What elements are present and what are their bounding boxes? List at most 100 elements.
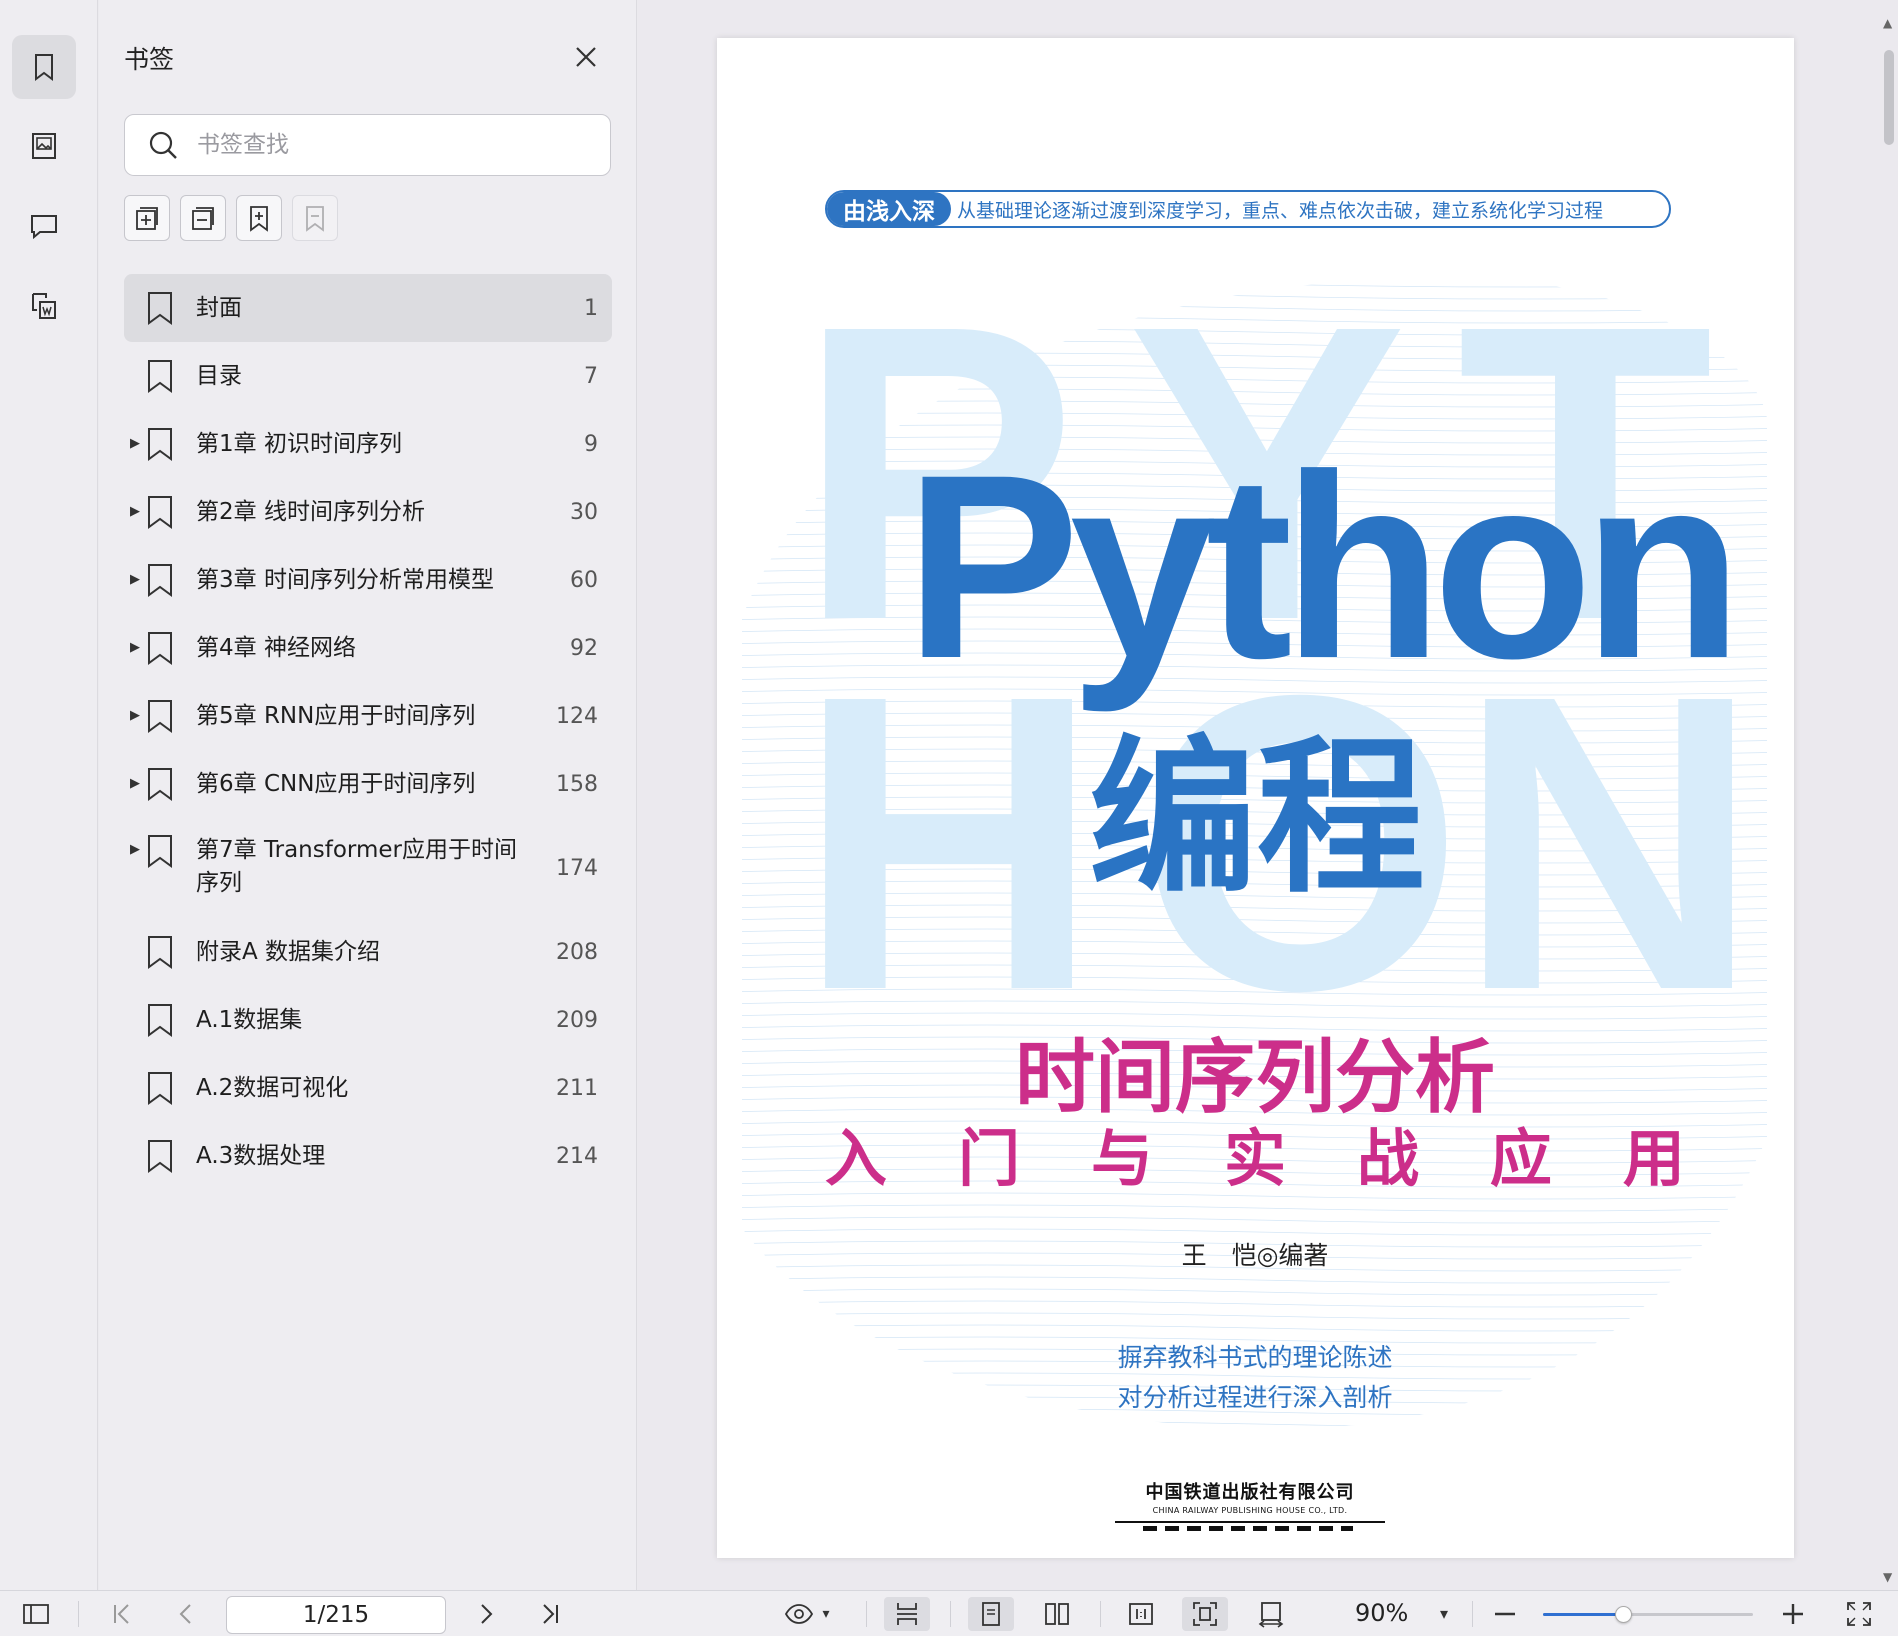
expand-arrow-icon[interactable]: ▶ (130, 843, 142, 857)
bookmark-icon (148, 936, 172, 969)
subtitle2-char: 门 (957, 1122, 1020, 1195)
expand-arrow-icon[interactable]: ▶ (130, 641, 142, 655)
bookmark-icon (148, 360, 172, 393)
bookmark-label: 第5章 RNN应用于时间序列 (196, 702, 476, 729)
next-page-button[interactable] (468, 1597, 504, 1631)
convert-tab[interactable] (12, 274, 76, 338)
continuous-scroll-button[interactable] (884, 1597, 930, 1631)
cover-blurb: 摒弃教科书式的理论陈述 对分析过程进行深入剖析 (825, 1338, 1685, 1418)
bookmark-item[interactable]: A.3数据处理 214 (124, 1122, 612, 1190)
plus-icon (1783, 1604, 1803, 1624)
thumbnails-tab[interactable] (12, 114, 76, 178)
zoom-dropdown-icon[interactable]: ▾ (1440, 1604, 1448, 1623)
close-icon[interactable] (571, 42, 601, 72)
minus-icon (1495, 1612, 1515, 1616)
scroll-up-icon[interactable]: ▲ (1883, 16, 1892, 30)
bookmark-search-input[interactable] (197, 132, 577, 158)
zoom-out-button[interactable] (1488, 1597, 1522, 1631)
bookmark-panel: 书签 封面 1 目录 7 ▶ 第1章 初识时间序列 9 ▶ 第2章 线时间序列分析 30 ▶ 第3章 … (99, 0, 637, 1590)
bottom-toolbar: ▾ 90% ▾ (0, 1590, 1898, 1636)
zoom-in-button[interactable] (1776, 1597, 1810, 1631)
bookmark-page-number: 7 (584, 363, 598, 389)
bookmark-icon (148, 1072, 172, 1105)
first-page-button[interactable] (104, 1597, 140, 1631)
zoom-slider-thumb[interactable] (1614, 1606, 1632, 1623)
chevron-right-icon (481, 1604, 493, 1624)
sidebar-toggle-icon (23, 1604, 49, 1624)
scroll-thumb[interactable] (1884, 50, 1894, 145)
bookmark-icon (148, 564, 172, 597)
add-bookmark-button[interactable] (236, 195, 282, 241)
comments-tab[interactable] (12, 194, 76, 258)
panel-title: 书签 (124, 45, 175, 74)
bookmark-item[interactable]: ▶ 第5章 RNN应用于时间序列 124 (124, 682, 612, 750)
collapse-all-button[interactable] (180, 195, 226, 241)
publisher-logo: 中国铁道出版社有限公司 CHINA RAILWAY PUBLISHING HOU… (1115, 1478, 1385, 1531)
last-page-button[interactable] (532, 1597, 568, 1631)
bookmark-page-number: 208 (556, 939, 598, 965)
expand-arrow-icon[interactable]: ▶ (130, 777, 142, 791)
bookmark-icon (148, 1004, 172, 1037)
sidebar-rail (0, 0, 98, 1590)
bookmark-icon (148, 835, 172, 868)
bookmark-label: A.1数据集 (196, 1006, 303, 1033)
zoom-slider[interactable] (1543, 1606, 1753, 1623)
bookmark-label: 封面 (196, 294, 242, 321)
bookmark-label: 第1章 初识时间序列 (196, 430, 402, 457)
first-page-icon (114, 1604, 129, 1624)
toggle-sidebar-button[interactable] (18, 1597, 54, 1631)
fullscreen-button[interactable] (1840, 1597, 1878, 1631)
bookmark-item[interactable]: 附录A 数据集介绍 208 (124, 918, 612, 986)
bookmark-item[interactable]: ▶ 第3章 时间序列分析常用模型 60 (124, 546, 612, 614)
bookmark-item[interactable]: ▶ 第4章 神经网络 92 (124, 614, 612, 682)
view-mode-button[interactable]: ▾ (772, 1597, 842, 1631)
subtitle2-char: 与 (1090, 1122, 1153, 1195)
subtitle2-char: 应 (1489, 1122, 1552, 1195)
bookmark-label: 第7章 Transformer应用于时间序列 (196, 837, 517, 896)
expand-arrow-icon[interactable]: ▶ (130, 709, 142, 723)
expand-all-button[interactable] (124, 195, 170, 241)
fit-page-icon (1193, 1602, 1217, 1626)
zoom-level[interactable]: 90% (1355, 1599, 1408, 1627)
bookmark-tools (124, 195, 338, 241)
bookmark-item[interactable]: ▶ 第1章 初识时间序列 9 (124, 410, 612, 478)
bookmark-item[interactable]: ▶ 第7章 Transformer应用于时间序列 174 (124, 818, 612, 918)
bookmark-label: 第3章 时间序列分析常用模型 (196, 566, 494, 593)
bookmark-page-number: 60 (570, 567, 598, 593)
page-number-input[interactable] (226, 1596, 446, 1634)
expand-arrow-icon[interactable]: ▶ (130, 437, 142, 451)
actual-size-button[interactable] (1118, 1597, 1164, 1631)
delete-bookmark-button[interactable] (292, 195, 338, 241)
thumbnail-icon (32, 133, 56, 159)
bookmark-item[interactable]: ▶ 第6章 CNN应用于时间序列 158 (124, 750, 612, 818)
expand-arrow-icon[interactable]: ▶ (130, 505, 142, 519)
fit-width-button[interactable] (1248, 1597, 1294, 1631)
bookmark-label: 目录 (196, 362, 242, 389)
fit-width-icon (1258, 1602, 1284, 1628)
bookmark-item[interactable]: A.2数据可视化 211 (124, 1054, 612, 1122)
expand-arrow-icon[interactable]: ▶ (130, 573, 142, 587)
bookmark-icon (148, 292, 172, 325)
fit-page-button[interactable] (1182, 1597, 1228, 1631)
chevron-left-icon (179, 1604, 191, 1624)
two-page-button[interactable] (1034, 1597, 1080, 1631)
bookmark-item[interactable]: A.1数据集 209 (124, 986, 612, 1054)
add-bookmark-icon (250, 206, 268, 232)
comment-icon (31, 215, 57, 240)
publisher-rule (1115, 1521, 1385, 1523)
bookmark-item[interactable]: 目录 7 (124, 342, 612, 410)
bookmarks-tab[interactable] (12, 35, 76, 99)
scroll-down-icon[interactable]: ▼ (1883, 1570, 1892, 1584)
collapse-all-icon (192, 207, 214, 230)
subtitle2-char: 入 (825, 1122, 888, 1195)
two-page-icon (1045, 1603, 1069, 1625)
prev-page-button[interactable] (168, 1597, 204, 1631)
single-page-button[interactable] (968, 1597, 1014, 1631)
bookmark-item[interactable]: 封面 1 (124, 274, 612, 342)
actual-size-icon (1129, 1603, 1153, 1625)
bookmark-item[interactable]: ▶ 第2章 线时间序列分析 30 (124, 478, 612, 546)
cover-title-en: Python (905, 420, 1743, 713)
vertical-scrollbar[interactable]: ▲ ▼ (1880, 0, 1898, 1590)
bookmark-page-number: 174 (556, 855, 598, 881)
convert-icon (32, 293, 56, 319)
